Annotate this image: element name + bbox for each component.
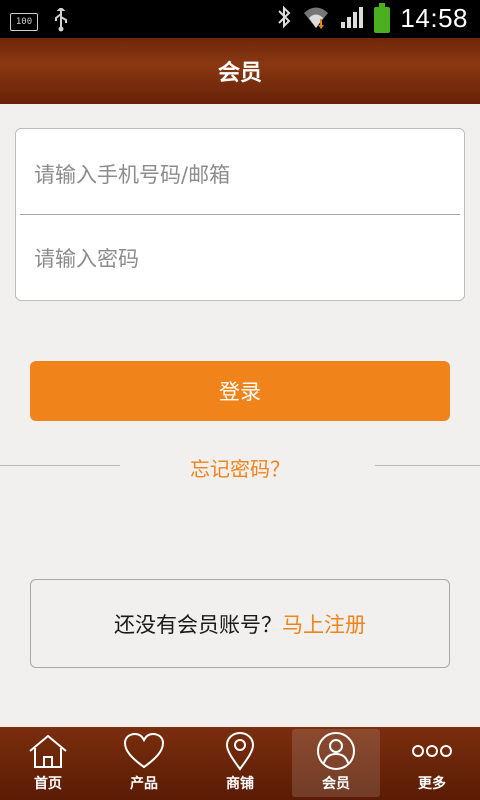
register-link[interactable]: 马上注册 — [282, 609, 366, 639]
tab-products[interactable]: 产品 — [96, 727, 192, 800]
home-icon — [29, 734, 67, 768]
password-field[interactable]: 请输入密码 — [16, 215, 464, 300]
signal-icon — [340, 5, 364, 33]
usb-icon — [52, 6, 70, 36]
tab-shops-label: 商铺 — [226, 776, 254, 792]
more-icon — [412, 745, 452, 757]
status-right: 14:58 — [276, 2, 468, 34]
wifi-icon — [302, 4, 330, 34]
status-left: 100 — [10, 6, 70, 36]
bluetooth-icon — [276, 4, 292, 34]
battery-percent-icon: 100 — [10, 13, 38, 31]
tab-shops[interactable]: 商铺 — [192, 727, 288, 800]
tab-home-label: 首页 — [34, 776, 62, 792]
clock: 14:58 — [400, 3, 468, 33]
tab-home[interactable]: 首页 — [0, 727, 96, 800]
heart-icon — [123, 732, 165, 769]
bottom-tab-bar: 首页 产品 商铺 会员 更多 — [0, 727, 480, 800]
forgot-password-label[interactable]: 忘记密码？ — [190, 457, 290, 481]
phone-email-placeholder: 请输入手机号码/邮箱 — [34, 163, 231, 187]
tab-more[interactable]: 更多 — [384, 727, 480, 800]
title-bar: 会员 — [0, 38, 480, 104]
tab-member[interactable]: 会员 — [288, 727, 384, 800]
page-title: 会员 — [217, 61, 262, 86]
location-pin-icon — [225, 731, 255, 771]
forgot-password-link[interactable]: 忘记密码？ — [0, 453, 480, 482]
status-bar: 100 14:58 — [0, 0, 480, 38]
register-card: 还没有会员账号？ 马上注册 — [30, 579, 450, 668]
user-icon — [317, 732, 355, 770]
battery-icon — [374, 2, 391, 33]
tab-member-label: 会员 — [322, 776, 350, 792]
phone-email-field[interactable]: 请输入手机号码/邮箱 — [16, 129, 464, 214]
tab-more-label: 更多 — [418, 776, 446, 792]
login-button[interactable]: 登录 — [30, 361, 450, 421]
tab-products-label: 产品 — [130, 776, 158, 792]
password-placeholder: 请输入密码 — [34, 247, 139, 271]
register-prompt: 还没有会员账号？ — [114, 612, 282, 637]
login-form: 请输入手机号码/邮箱 请输入密码 — [15, 128, 465, 301]
